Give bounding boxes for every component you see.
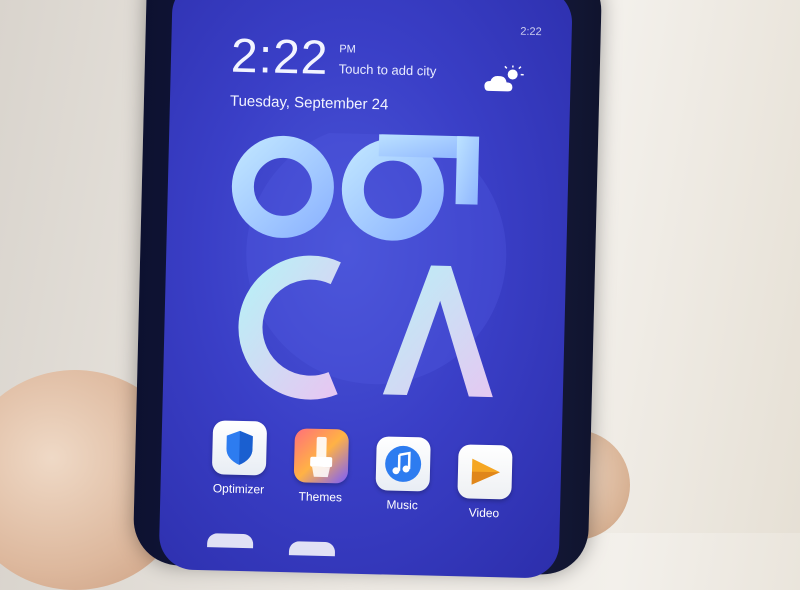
clock-ampm: PM xyxy=(339,43,356,55)
partly-cloudy-icon[interactable] xyxy=(482,65,527,96)
app-label: Music xyxy=(362,497,442,513)
phone: 2:22 2:22 PM Touch to add city Tuesday, … xyxy=(133,0,603,575)
dock-app-partial[interactable] xyxy=(207,533,253,548)
dock-app-partial[interactable] xyxy=(289,541,335,556)
app-label: Optimizer xyxy=(198,481,278,497)
lockscreen-date: Tuesday, September 24 xyxy=(230,93,389,114)
app-optimizer[interactable]: Optimizer xyxy=(198,420,280,497)
app-label: Themes xyxy=(280,489,360,505)
phone-screen[interactable]: 2:22 2:22 PM Touch to add city Tuesday, … xyxy=(159,0,573,579)
music-note-icon xyxy=(375,436,430,491)
paintbrush-icon xyxy=(294,428,349,483)
wallpaper-art xyxy=(222,131,519,438)
app-video[interactable]: Video xyxy=(444,444,526,521)
clock-time[interactable]: 2:22 xyxy=(230,29,329,86)
app-themes[interactable]: Themes xyxy=(280,428,362,505)
play-icon xyxy=(457,444,512,499)
status-bar-time: 2:22 xyxy=(520,26,542,39)
app-label: Video xyxy=(444,505,524,521)
add-city-link[interactable]: Touch to add city xyxy=(339,61,437,78)
shield-icon xyxy=(212,420,267,475)
app-music[interactable]: Music xyxy=(362,436,444,513)
